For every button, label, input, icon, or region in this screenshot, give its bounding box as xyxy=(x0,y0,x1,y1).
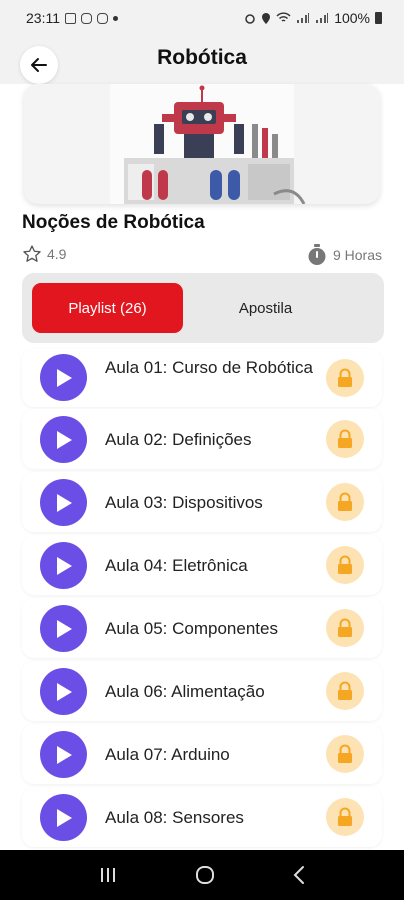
lock-icon xyxy=(338,618,352,637)
duration-value: 9 Horas xyxy=(332,247,382,263)
lesson-row-05[interactable]: Aula 05: Componentes xyxy=(22,598,382,658)
lesson-row-08[interactable]: Aula 08: Sensores xyxy=(22,787,382,847)
stopwatch-icon xyxy=(308,244,326,265)
lock-badge xyxy=(326,359,364,397)
lesson-row-01[interactable]: Aula 01: Curso de Robótica xyxy=(22,349,382,407)
instagram-notification-icon xyxy=(81,12,92,24)
lesson-title: Aula 06: Alimentação xyxy=(105,682,265,701)
robot-factory-illustration xyxy=(110,84,306,204)
play-icon xyxy=(56,808,72,827)
tab-playlist[interactable]: Playlist (26) xyxy=(32,283,183,333)
course-banner-image xyxy=(24,84,380,204)
lock-icon xyxy=(338,807,352,826)
play-button[interactable] xyxy=(40,668,87,715)
play-button[interactable] xyxy=(40,479,87,526)
signal-icon xyxy=(297,13,310,23)
play-icon xyxy=(56,682,72,701)
app-header: Robótica xyxy=(0,36,404,84)
back-nav-icon[interactable] xyxy=(292,865,306,885)
course-duration: 9 Horas xyxy=(307,244,382,266)
status-bar: 23:11 100% xyxy=(0,0,404,36)
lock-badge xyxy=(326,483,364,521)
gallery-notification-icon xyxy=(65,12,76,24)
status-right: 100% xyxy=(244,10,382,26)
status-time: 23:11 xyxy=(26,10,60,26)
home-icon[interactable] xyxy=(194,864,216,886)
status-left: 23:11 xyxy=(26,10,118,26)
course-rating: 4.9 xyxy=(22,244,66,264)
play-icon xyxy=(56,619,72,638)
alarm-icon xyxy=(245,14,255,24)
course-title: Noções de Robótica xyxy=(22,212,205,233)
location-icon xyxy=(262,13,271,24)
system-nav-bar xyxy=(0,850,404,900)
lock-icon xyxy=(338,368,352,387)
lesson-row-06[interactable]: Aula 06: Alimentação xyxy=(22,661,382,721)
lock-badge xyxy=(326,420,364,458)
tab-apostila[interactable]: Apostila xyxy=(190,283,341,333)
lock-badge xyxy=(326,609,364,647)
rating-value: 4.9 xyxy=(47,246,67,262)
play-icon xyxy=(56,430,72,449)
play-button[interactable] xyxy=(40,542,87,589)
lesson-title: Aula 05: Componentes xyxy=(105,619,278,638)
battery-percent: 100% xyxy=(334,10,370,26)
lock-icon xyxy=(338,429,352,448)
page-title: Robótica xyxy=(157,46,247,69)
lock-badge xyxy=(326,546,364,584)
lesson-row-02[interactable]: Aula 02: Definições xyxy=(22,409,382,469)
lock-icon xyxy=(338,681,352,700)
wifi-icon xyxy=(276,12,291,22)
play-icon xyxy=(56,556,72,575)
play-icon xyxy=(56,745,72,764)
lesson-row-07[interactable]: Aula 07: Arduino xyxy=(22,724,382,784)
lesson-title: Aula 03: Dispositivos xyxy=(105,493,263,512)
lock-icon xyxy=(338,492,352,511)
play-icon xyxy=(56,493,72,512)
play-button[interactable] xyxy=(40,605,87,652)
recent-apps-icon[interactable] xyxy=(98,866,118,884)
lesson-title: Aula 01: Curso de Robótica xyxy=(105,358,313,377)
signal-icon-2 xyxy=(316,13,329,23)
lock-icon xyxy=(338,744,352,763)
lesson-title: Aula 04: Eletrônica xyxy=(105,556,248,575)
lesson-title: Aula 07: Arduino xyxy=(105,745,230,764)
lock-badge xyxy=(326,798,364,836)
more-notifications-icon xyxy=(113,15,118,21)
lesson-title: Aula 02: Definições xyxy=(105,430,252,449)
lesson-row-03[interactable]: Aula 03: Dispositivos xyxy=(22,472,382,532)
play-button[interactable] xyxy=(40,354,87,401)
play-icon xyxy=(56,368,72,387)
battery-icon xyxy=(375,12,382,24)
play-button[interactable] xyxy=(40,416,87,463)
star-outline-icon xyxy=(23,245,41,262)
lock-badge xyxy=(326,735,364,773)
instagram-notification-icon-2 xyxy=(97,12,108,24)
lock-badge xyxy=(326,672,364,710)
lesson-title: Aula 08: Sensores xyxy=(105,808,244,827)
play-button[interactable] xyxy=(40,731,87,778)
play-button[interactable] xyxy=(40,794,87,841)
content-tabs: Playlist (26) Apostila xyxy=(22,273,384,343)
lock-icon xyxy=(338,555,352,574)
lesson-row-04[interactable]: Aula 04: Eletrônica xyxy=(22,535,382,595)
